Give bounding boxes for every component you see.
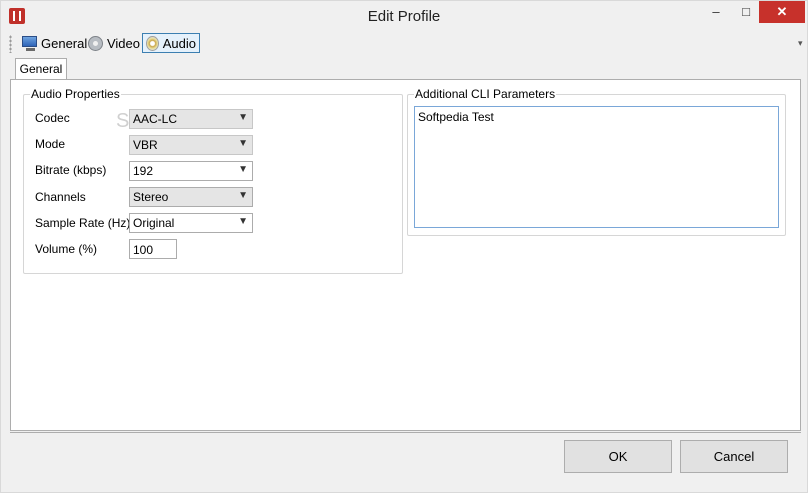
mode-label: Mode [35,137,66,151]
chevron-down-icon: ▼ [238,190,248,201]
sample-rate-select[interactable]: Original ▼ [129,213,253,233]
toolbar-video-label: Video [106,35,140,51]
ok-button[interactable]: OK [564,440,672,473]
disc-icon [146,35,159,51]
mode-value: VBR [133,138,158,152]
window-title: Edit Profile [367,8,441,25]
bitrate-label: Bitrate (kbps) [35,163,107,177]
tab-general[interactable]: General [15,58,67,80]
codec-value: AAC-LC [133,112,178,126]
mode-select[interactable]: VBR ▼ [129,135,253,155]
cancel-button[interactable]: Cancel [680,440,788,473]
codec-select[interactable]: AAC-LC ▼ [129,109,253,129]
toolbar-general-label: General [41,35,88,51]
film-reel-icon [88,35,103,51]
volume-input[interactable]: 100 [129,239,177,259]
close-button[interactable]: ✕ [759,1,805,23]
volume-label: Volume (%) [35,242,98,256]
toolbar-grip[interactable] [9,35,12,53]
cli-parameters-textarea[interactable]: Softpedia Test [414,106,779,228]
sample-rate-label: Sample Rate (Hz) [35,216,131,230]
cli-parameters-legend: Additional CLI Parameters [415,87,556,101]
chevron-down-icon: ▼ [238,138,248,149]
monitor-icon [22,36,37,51]
chevron-down-icon: ▼ [238,216,248,227]
toolbar-overflow-icon[interactable]: ▾ [798,38,803,49]
toolbar-audio-button[interactable]: Audio [142,33,200,53]
bitrate-select[interactable]: 192 ▼ [129,161,253,181]
minimize-button[interactable]: – [699,1,733,23]
chevron-down-icon: ▼ [238,112,248,123]
chevron-down-icon: ▼ [238,164,248,175]
footer-divider [10,432,801,433]
toolbar-video-button[interactable]: Video [85,33,143,53]
general-tab-panel: Audio Properties SOFTPEDIA www.softpedia… [10,79,801,431]
toolbar-general-button[interactable]: General [19,33,91,53]
channels-select[interactable]: Stereo ▼ [129,187,253,207]
audio-properties-legend: Audio Properties [31,87,120,101]
maximize-button[interactable]: □ [733,1,759,23]
codec-label: Codec [35,111,70,125]
channels-label: Channels [35,190,86,204]
bitrate-value: 192 [133,164,154,178]
channels-value: Stereo [133,190,169,204]
sample-rate-value: Original [133,216,175,230]
toolbar-audio-label: Audio [162,35,196,51]
edit-profile-window: Edit Profile – □ ✕ General Video Audio ▾… [0,0,808,493]
title-bar[interactable]: Edit Profile – □ ✕ [1,1,807,31]
toolbar: General Video Audio ▾ [9,31,803,57]
